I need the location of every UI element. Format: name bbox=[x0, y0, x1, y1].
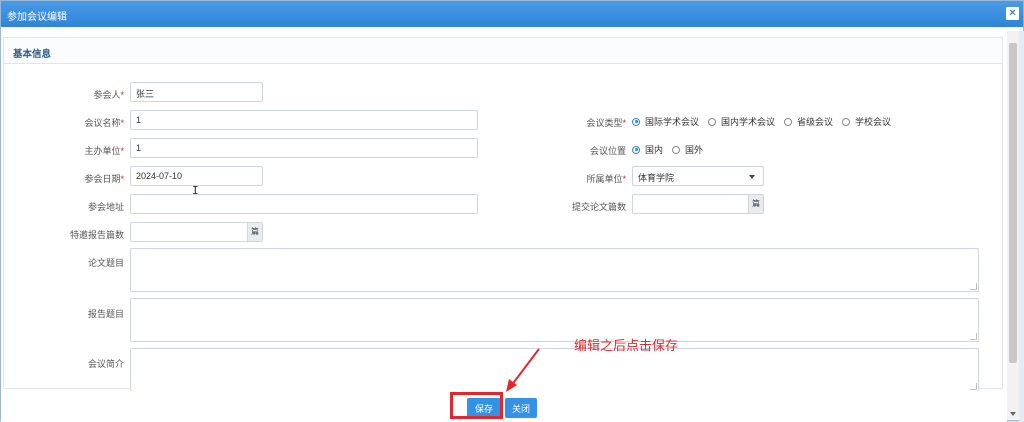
meeting-date-input[interactable]: 2024-07-10 bbox=[130, 166, 263, 186]
invited-reports-input[interactable]: 篇 bbox=[130, 222, 263, 242]
papers-submitted-label: 提交论文篇数 bbox=[571, 202, 626, 212]
panel-header: 基本信息 bbox=[4, 38, 1002, 64]
vertical-scrollbar[interactable] bbox=[1007, 31, 1019, 419]
paper-title-textarea[interactable] bbox=[130, 248, 979, 292]
invited-reports-label: 特邀报告篇数 bbox=[69, 230, 124, 240]
meeting-date-label: 参会日期* bbox=[84, 174, 124, 184]
meeting-type-radio-group: 国际学术会议 国内学术会议 省级会议 学校会议 bbox=[632, 115, 900, 128]
attendee-label: 参会人* bbox=[93, 90, 124, 100]
radio-dot[interactable] bbox=[708, 117, 717, 126]
close-button[interactable]: 关闭 bbox=[505, 398, 537, 418]
scroll-down-icon[interactable] bbox=[1010, 412, 1016, 416]
report-title-label: 报告题目 bbox=[87, 309, 124, 319]
meeting-type-label: 会议类型* bbox=[586, 118, 626, 128]
radio-dot[interactable] bbox=[842, 117, 851, 126]
scrollbar-thumb[interactable] bbox=[1009, 43, 1017, 363]
edit-meeting-dialog: 参加会议编辑 × 基本信息 参会人* 张三 会议名称* 1 会议类型* 国际学术… bbox=[0, 0, 1024, 422]
meeting-intro-label: 会议简介 bbox=[87, 359, 124, 369]
radio-provincial[interactable]: 省级会议 bbox=[784, 115, 833, 128]
radio-dot[interactable] bbox=[672, 145, 681, 154]
dialog-title: 参加会议编辑 bbox=[7, 12, 67, 23]
radio-dot-selected[interactable] bbox=[632, 145, 640, 154]
paper-title-label: 论文题目 bbox=[87, 258, 124, 268]
highlight-box bbox=[450, 392, 503, 419]
annotation-text: 编辑之后点击保存 bbox=[574, 338, 679, 353]
meeting-name-label: 会议名称* bbox=[84, 118, 124, 128]
department-select[interactable]: 体育学院 bbox=[632, 166, 764, 186]
annotation-arrow bbox=[506, 348, 540, 392]
dialog-footer: 保存 关闭 bbox=[1, 391, 1007, 422]
papers-submitted-input[interactable]: 篇 bbox=[632, 194, 764, 214]
close-icon[interactable]: × bbox=[1006, 7, 1019, 20]
meeting-intro-textarea[interactable] bbox=[130, 348, 979, 391]
basic-info-panel: 基本信息 参会人* 张三 会议名称* 1 会议类型* 国际学术会议 国内学术会议… bbox=[3, 37, 1003, 391]
report-title-textarea[interactable] bbox=[130, 298, 979, 342]
dialog-titlebar: 参加会议编辑 × bbox=[1, 1, 1023, 27]
radio-international[interactable]: 国际学术会议 bbox=[632, 115, 699, 128]
unit-addon: 篇 bbox=[748, 195, 763, 213]
radio-domestic-academic[interactable]: 国内学术会议 bbox=[708, 115, 775, 128]
radio-dot-selected[interactable] bbox=[632, 117, 640, 126]
radio-abroad[interactable]: 国外 bbox=[672, 143, 703, 156]
attendee-input[interactable]: 张三 bbox=[130, 82, 263, 102]
radio-domestic[interactable]: 国内 bbox=[632, 143, 663, 156]
meeting-address-input[interactable] bbox=[130, 194, 478, 214]
meeting-address-label: 参会地址 bbox=[87, 202, 124, 212]
resize-grip-icon[interactable] bbox=[970, 333, 977, 340]
background-strip bbox=[1019, 31, 1024, 422]
chevron-down-icon bbox=[749, 175, 755, 179]
organizer-input[interactable]: 1 bbox=[130, 138, 478, 158]
resize-grip-icon[interactable] bbox=[970, 383, 977, 390]
meeting-location-label: 会议位置 bbox=[589, 146, 626, 156]
unit-addon: 篇 bbox=[247, 223, 262, 241]
meeting-name-input[interactable]: 1 bbox=[130, 110, 478, 130]
radio-dot[interactable] bbox=[784, 117, 793, 126]
meeting-location-radio-group: 国内 国外 bbox=[632, 143, 712, 156]
resize-grip-icon[interactable] bbox=[970, 283, 977, 290]
text-cursor-icon: I bbox=[192, 184, 199, 197]
radio-school[interactable]: 学校会议 bbox=[842, 115, 891, 128]
department-label: 所属单位* bbox=[586, 174, 626, 184]
section-title: 基本信息 bbox=[13, 49, 52, 60]
organizer-label: 主办单位* bbox=[84, 146, 124, 156]
dialog-content: 基本信息 参会人* 张三 会议名称* 1 会议类型* 国际学术会议 国内学术会议… bbox=[1, 31, 1007, 391]
